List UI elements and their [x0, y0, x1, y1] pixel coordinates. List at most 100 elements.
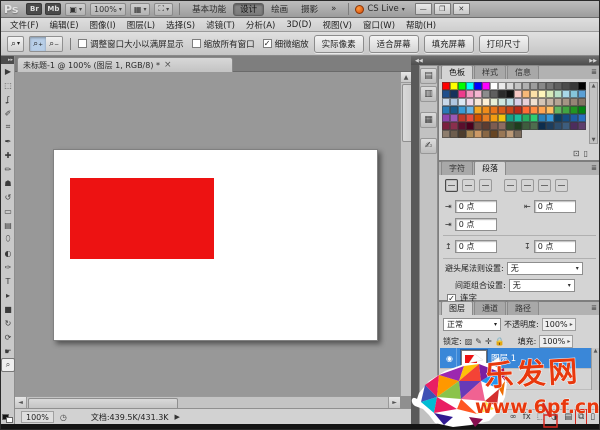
color-swatch-84[interactable]: [538, 114, 546, 122]
color-swatch-80[interactable]: [506, 114, 514, 122]
color-swatch-107[interactable]: [578, 122, 586, 130]
color-swatch-36[interactable]: [442, 98, 450, 106]
color-swatch-76[interactable]: [474, 114, 482, 122]
color-swatch-37[interactable]: [450, 98, 458, 106]
mini-bridge-button[interactable]: Mb: [45, 3, 61, 15]
lock-position-icon[interactable]: ✛: [485, 337, 492, 346]
scroll-left-icon[interactable]: ◄: [15, 397, 27, 408]
color-swatch-100[interactable]: [522, 122, 530, 130]
indent-first-line-input[interactable]: 0 点: [455, 218, 497, 231]
color-swatch-105[interactable]: [562, 122, 570, 130]
color-swatch-27[interactable]: [514, 90, 522, 98]
options-button-适合屏幕[interactable]: 适合屏幕: [369, 35, 419, 53]
color-swatch-58[interactable]: [474, 106, 482, 114]
document-canvas[interactable]: [53, 149, 378, 341]
pen-tool[interactable]: ✑: [1, 260, 15, 274]
fill-field[interactable]: 100% ▸: [539, 335, 573, 348]
options-button-实际像素[interactable]: 实际像素: [314, 35, 364, 53]
color-swatch-57[interactable]: [466, 106, 474, 114]
workspace-设计[interactable]: 设计: [233, 3, 264, 16]
color-swatch-45[interactable]: [514, 98, 522, 106]
lasso-tool[interactable]: ʆ: [1, 92, 15, 106]
vertical-scrollbar[interactable]: ▲: [400, 72, 411, 396]
color-swatch-20[interactable]: [458, 90, 466, 98]
3d-camera-rotate-tool[interactable]: ⟳: [1, 330, 15, 344]
color-swatch-102[interactable]: [538, 122, 546, 130]
visibility-toggle[interactable]: ◉: [443, 369, 457, 390]
color-swatch-81[interactable]: [514, 114, 522, 122]
color-swatch-70[interactable]: [570, 106, 578, 114]
tab-样式[interactable]: 样式: [474, 65, 506, 79]
slider-arrow-icon[interactable]: ▸: [567, 338, 570, 345]
blur-tool[interactable]: ⬯: [1, 232, 15, 246]
color-swatch-33[interactable]: [562, 90, 570, 98]
color-swatch-25[interactable]: [498, 90, 506, 98]
lock-transparency-icon[interactable]: ▨: [465, 337, 473, 346]
menu-帮助[interactable]: 帮助(H): [401, 19, 441, 31]
color-swatch-8[interactable]: [506, 82, 514, 90]
close-button[interactable]: ✕: [453, 3, 470, 15]
color-swatch-15[interactable]: [562, 82, 570, 90]
workspace-摄影[interactable]: 摄影: [295, 3, 324, 16]
menu-分析[interactable]: 分析(A): [241, 19, 280, 31]
color-swatch-68[interactable]: [554, 106, 562, 114]
color-swatch-48[interactable]: [538, 98, 546, 106]
crop-tool[interactable]: ⌗: [1, 120, 15, 134]
color-swatch-110[interactable]: [458, 130, 466, 138]
hand-tool[interactable]: ☛: [1, 344, 15, 358]
menu-文件[interactable]: 文件(F): [5, 19, 44, 31]
layer-row-图层 1[interactable]: ◉图层 1: [440, 348, 600, 369]
color-swatch-109[interactable]: [450, 130, 458, 138]
color-swatch-69[interactable]: [562, 106, 570, 114]
workspace-overflow-icon[interactable]: »: [325, 3, 342, 16]
default-colors-icon[interactable]: [2, 414, 13, 423]
color-swatch-53[interactable]: [578, 98, 586, 106]
color-swatch-94[interactable]: [474, 122, 482, 130]
color-swatch-40[interactable]: [474, 98, 482, 106]
color-swatch-67[interactable]: [546, 106, 554, 114]
color-swatch-18[interactable]: [442, 90, 450, 98]
menu-窗口[interactable]: 窗口(W): [358, 19, 400, 31]
color-swatch-97[interactable]: [498, 122, 506, 130]
color-swatch-89[interactable]: [578, 114, 586, 122]
color-swatch-2[interactable]: [458, 82, 466, 90]
rectangle-tool[interactable]: ■: [1, 302, 15, 316]
indent-left-field[interactable]: ⇥ 0 点: [445, 200, 497, 213]
lock-pixels-icon[interactable]: ✎: [475, 337, 482, 346]
color-swatch-111[interactable]: [466, 130, 474, 138]
new-swatch-button[interactable]: ⊡: [573, 149, 580, 158]
color-swatch-19[interactable]: [450, 90, 458, 98]
lock-all-icon[interactable]: 🔒: [495, 337, 505, 346]
minimize-button[interactable]: —: [415, 3, 432, 15]
color-swatch-13[interactable]: [546, 82, 554, 90]
collapsed-panel-button-2[interactable]: ▥: [420, 86, 437, 102]
space-after-input[interactable]: 0 点: [534, 240, 576, 253]
color-swatch-71[interactable]: [578, 106, 586, 114]
expand-panels-icon[interactable]: ▶▶: [589, 58, 597, 64]
scroll-up-icon[interactable]: ▲: [401, 72, 411, 83]
blend-mode-select[interactable]: 正常 ▾: [443, 318, 501, 331]
tab-段落[interactable]: 段落: [474, 161, 506, 175]
canvas-area[interactable]: [15, 72, 400, 396]
color-swatch-96[interactable]: [490, 122, 498, 130]
resize-windows-to-fit-checkbox[interactable]: 调整窗口大小以满屏显示: [78, 38, 184, 50]
color-swatch-26[interactable]: [506, 90, 514, 98]
zoom-all-windows-checkbox[interactable]: 缩放所有窗口: [192, 38, 255, 50]
color-swatch-72[interactable]: [442, 114, 450, 122]
color-swatch-6[interactable]: [490, 82, 498, 90]
color-swatch-60[interactable]: [490, 106, 498, 114]
color-swatch-114[interactable]: [490, 130, 498, 138]
workspace-绘画[interactable]: 绘画: [265, 3, 294, 16]
color-swatch-9[interactable]: [514, 82, 522, 90]
color-swatch-4[interactable]: [474, 82, 482, 90]
color-swatch-103[interactable]: [546, 122, 554, 130]
swatches-scrollbar[interactable]: ▲ ▼: [589, 82, 598, 144]
space-before-field[interactable]: ↥ 0 点: [445, 240, 497, 253]
color-swatch-93[interactable]: [466, 122, 474, 130]
color-swatch-52[interactable]: [570, 98, 578, 106]
3d-object-rotate-tool[interactable]: ↻: [1, 316, 15, 330]
current-tool-button[interactable]: ⌕ ▾: [7, 36, 24, 52]
justify-all-button[interactable]: [555, 179, 568, 192]
color-swatch-31[interactable]: [546, 90, 554, 98]
tab-通道[interactable]: 通道: [474, 301, 506, 315]
